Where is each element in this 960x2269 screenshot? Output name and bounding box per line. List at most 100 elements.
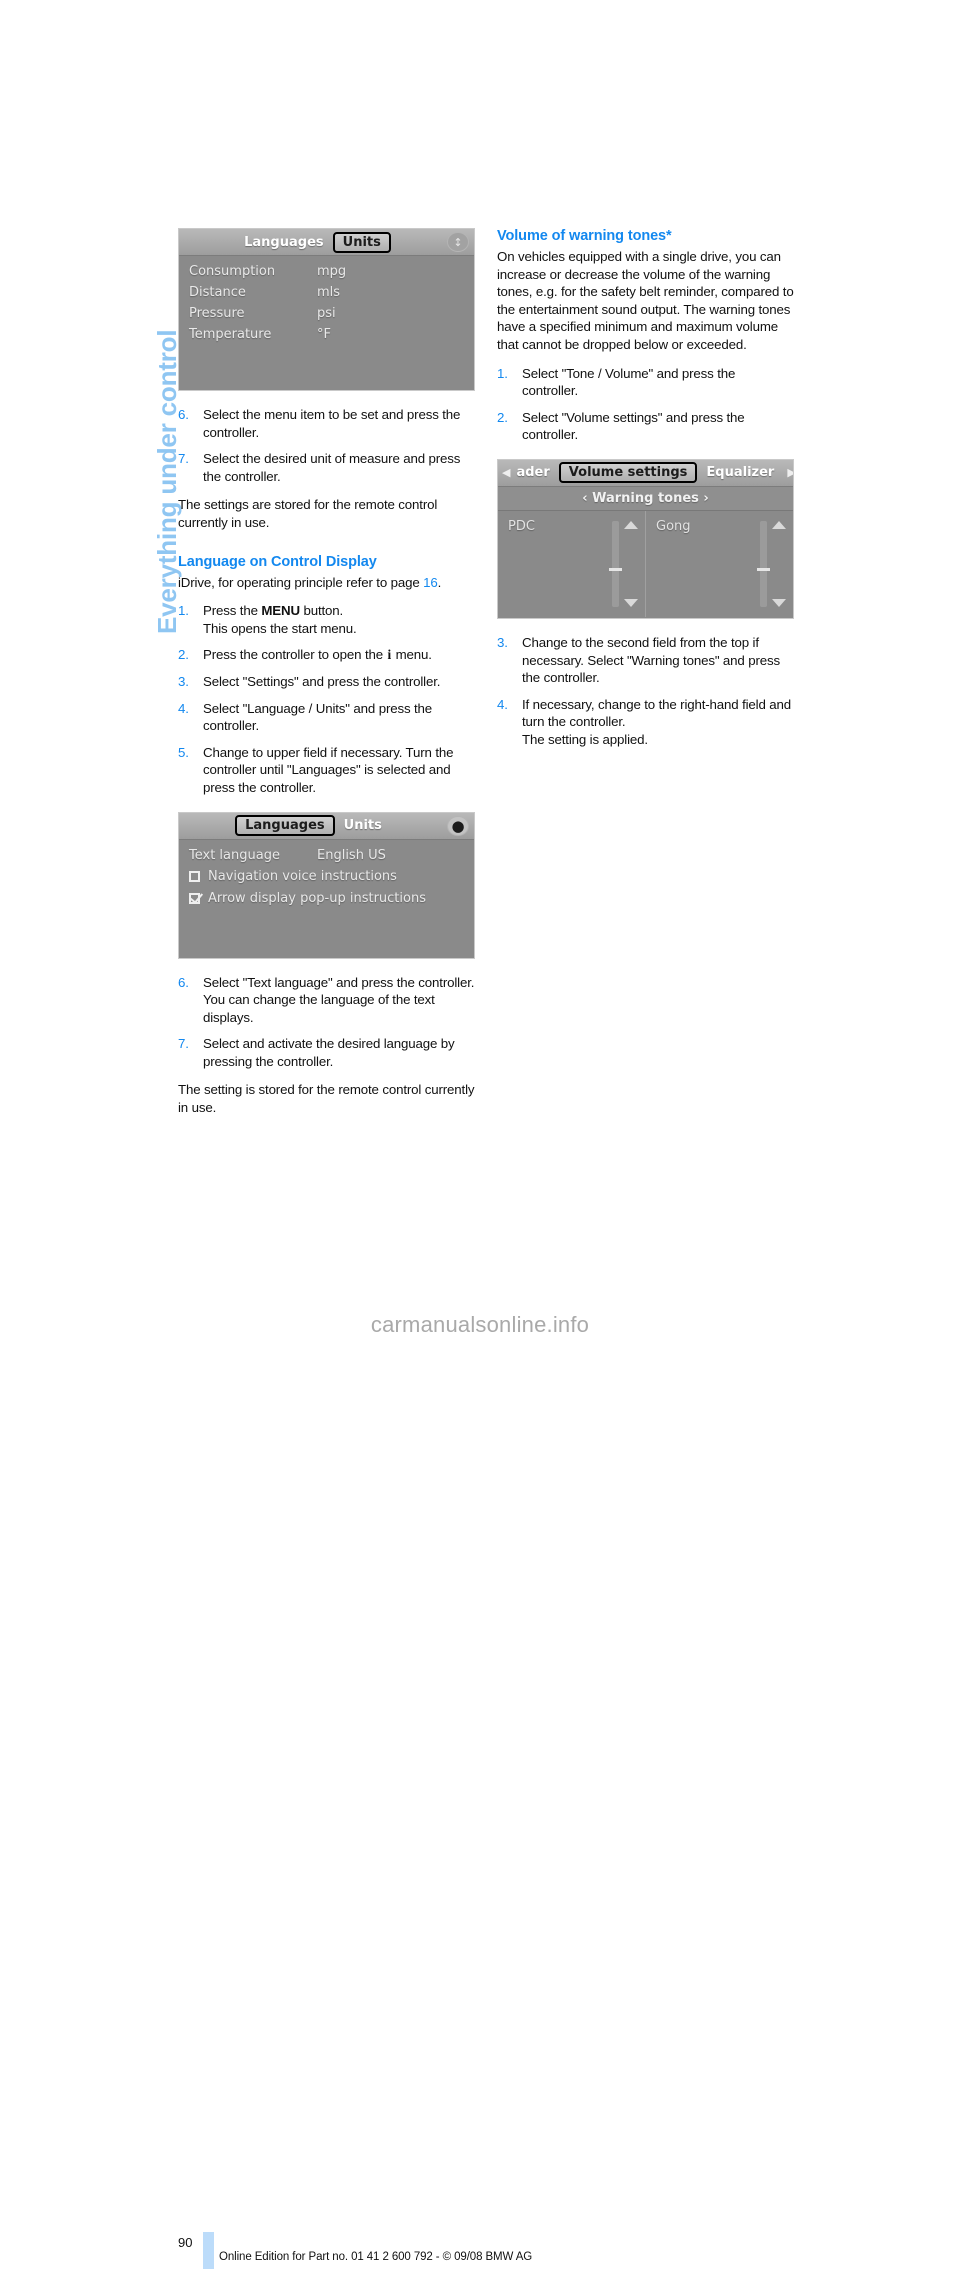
checkbox-row-navigation-voice[interactable]: Navigation voice instructions <box>189 866 464 888</box>
volume-panel-pdc[interactable]: PDC <box>498 511 645 617</box>
down-triangle-icon[interactable] <box>624 598 638 607</box>
updown-arrows-icon[interactable]: ↕ <box>447 232 469 252</box>
step-number: 1. <box>497 365 508 381</box>
step-text-pre: Press the controller to open the <box>203 647 387 663</box>
row-value: English US <box>317 847 386 863</box>
intro-suffix: . <box>437 574 442 590</box>
row-value: mpg <box>317 264 347 279</box>
list-item: 4. Select "Language / Units" and press t… <box>178 700 475 735</box>
step-number: 7. <box>178 451 189 467</box>
steps-language2-list: 6. Select "Text language" and press the … <box>178 974 475 1071</box>
up-triangle-icon[interactable] <box>624 520 638 529</box>
step-number: 4. <box>178 700 189 716</box>
idrive-languages-rows: Text language English US Navigation voic… <box>179 840 474 910</box>
step-text: Select the desired unit of measure and p… <box>203 451 461 484</box>
idrive-units-rows: Consumption mpg Distance mls Pressure ps… <box>179 256 474 345</box>
tab-units[interactable]: Units <box>332 231 391 253</box>
volume-panel-gong[interactable]: Gong <box>645 510 793 617</box>
step-text: Change to the second field from the top … <box>522 634 780 686</box>
step-number: 6. <box>178 407 189 422</box>
step-text-pre: Press the <box>203 603 262 619</box>
step-text: Select the menu item to be set and press… <box>203 407 461 440</box>
tab-fader[interactable]: ader <box>514 463 558 482</box>
step-text: Select "Settings" and press the controll… <box>203 673 441 689</box>
step-text-line2: This opens the start menu. <box>203 620 357 636</box>
table-row[interactable]: Text language English US <box>189 845 464 866</box>
right-column: Volume of warning tones* On vehicles equ… <box>497 228 794 749</box>
table-row[interactable]: Distance mls <box>189 282 464 303</box>
left-triangle-icon[interactable]: ◀ <box>498 466 514 479</box>
tab-equalizer[interactable]: Equalizer <box>697 463 783 482</box>
step-text: Select "Tone / Volume" and press the con… <box>522 365 736 399</box>
table-row[interactable]: Temperature °F <box>189 324 464 345</box>
figure-units-screen: Languages Units ↕ Consumption mpg Distan… <box>178 228 475 391</box>
volume-body-text: On vehicles equipped with a single drive… <box>497 249 794 352</box>
checkbox-checked-icon[interactable] <box>189 893 200 904</box>
footer-text: Online Edition for Part no. 01 41 2 600 … <box>219 2251 533 2263</box>
list-item: 2. Select "Volume settings" and press th… <box>497 409 794 444</box>
up-triangle-icon[interactable] <box>772 520 786 529</box>
step-number: 3. <box>497 634 508 650</box>
table-row[interactable]: Consumption mpg <box>189 261 464 282</box>
step-text-line2: The setting is applied. <box>522 731 648 747</box>
note-units: The settings are stored for the remote c… <box>178 497 438 530</box>
step-text: Change to upper field if necessary. Turn… <box>203 744 454 795</box>
pdc-slider-knob[interactable] <box>609 568 622 572</box>
list-item: 1. Press the MENU button. This opens the… <box>178 602 475 637</box>
idrive-units-topbar: Languages Units ↕ <box>179 229 474 256</box>
list-item: 5. Change to upper field if necessary. T… <box>178 744 475 797</box>
checkbox-label: Arrow display pop-up instructions <box>208 890 426 906</box>
intro-paragraph: iDrive, for operating principle refer to… <box>178 574 475 592</box>
section-title-volume: Volume of warning tones* <box>497 228 672 244</box>
left-column: Languages Units ↕ Consumption mpg Distan… <box>178 228 475 1117</box>
tab-volume-settings[interactable]: Volume settings <box>558 462 698 484</box>
list-item: 1. Select "Tone / Volume" and press the … <box>497 365 794 400</box>
tab-languages[interactable]: Languages <box>235 815 335 836</box>
idrive-languages-topbar: Languages Units ● <box>179 812 474 840</box>
panel-label: Gong <box>656 518 691 534</box>
checkbox-row-arrow-display[interactable]: Arrow display pop-up instructions <box>189 888 464 910</box>
checkbox-unchecked-icon[interactable] <box>189 871 200 882</box>
row-label: Text language <box>189 847 280 863</box>
list-item: 3. Change to the second field from the t… <box>497 634 794 687</box>
row-label: Distance <box>189 285 246 300</box>
right-triangle-icon[interactable]: ▶ <box>783 466 793 479</box>
step-text-post: button. <box>299 603 344 619</box>
dot-diamond-icon[interactable]: ● <box>447 815 469 836</box>
step-text: Select and activate the desired language… <box>203 1036 455 1069</box>
intro-prefix: iDrive, for operating principle refer to… <box>178 574 424 590</box>
list-item: 6. Select the menu item to be set and pr… <box>178 406 475 441</box>
watermark: carmanualsonline.info <box>370 1312 590 1337</box>
steps-volume-a-list: 1. Select "Tone / Volume" and press the … <box>497 365 794 444</box>
note-language: The setting is stored for the remote con… <box>178 1082 475 1116</box>
list-item: 2. Press the controller to open the i me… <box>178 646 475 664</box>
row-value: mls <box>317 285 341 300</box>
gong-slider-knob[interactable] <box>757 568 770 572</box>
page-title: Language on Control Display <box>178 553 377 570</box>
pdc-slider-track[interactable] <box>612 520 619 607</box>
warning-tones-subbar[interactable]: ‹ Warning tones › <box>498 486 793 511</box>
list-item: 7. Select and activate the desired langu… <box>178 1035 475 1070</box>
row-label: Pressure <box>189 306 245 321</box>
step-number: 7. <box>178 1036 189 1052</box>
list-item: 7. Select the desired unit of measure an… <box>178 450 475 485</box>
table-row[interactable]: Pressure psi <box>189 303 464 324</box>
page-reference-link[interactable]: 16 <box>423 575 438 590</box>
page-footer: 90 Online Edition for Part no. 01 41 2 6… <box>0 1115 960 2269</box>
idrive-units-display: Languages Units ↕ Consumption mpg Distan… <box>178 228 475 391</box>
row-value: psi <box>317 306 336 321</box>
down-triangle-icon[interactable] <box>772 598 786 607</box>
tab-languages[interactable]: Languages <box>235 233 333 252</box>
step-text: Select "Language / Units" and press the … <box>203 700 433 734</box>
volume-panels: PDC Gong <box>498 510 793 617</box>
chapter-tab: Everything under control <box>118 222 182 642</box>
gong-slider-track[interactable] <box>760 520 767 607</box>
tab-units[interactable]: Units <box>335 816 391 835</box>
